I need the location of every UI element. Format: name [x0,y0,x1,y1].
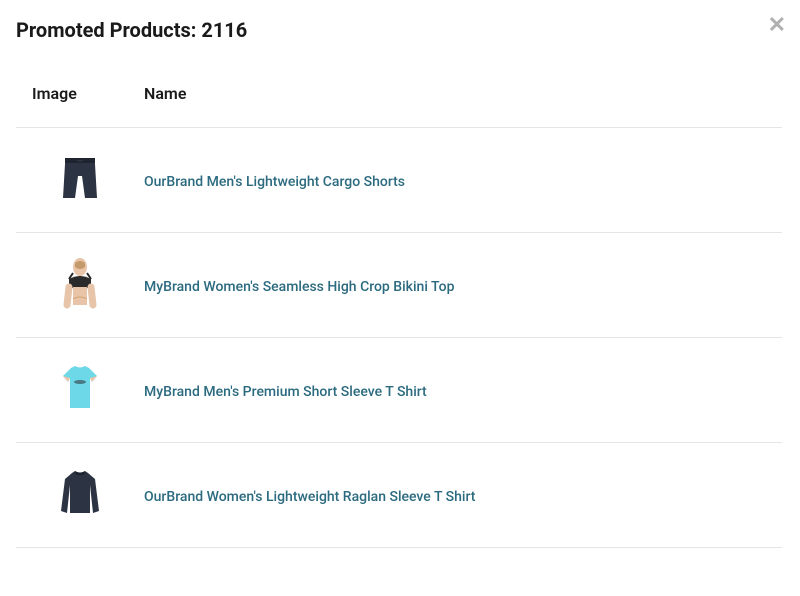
column-header-image: Image [16,70,136,128]
table-row: OurBrand Women's Lightweight Raglan Slee… [16,443,782,548]
table-row [16,548,782,587]
product-scroll-area[interactable]: Image Name OurBrand Men's Lightweight [0,50,790,586]
column-header-name: Name [136,70,782,128]
tshirt-aqua-icon [55,362,105,414]
product-link[interactable]: MyBrand Women's Seamless High Crop Bikin… [144,279,454,295]
product-image-cell [16,338,136,443]
product-table: Image Name OurBrand Men's Lightweight [16,70,782,586]
shorts-icon [55,152,105,204]
product-link[interactable]: OurBrand Women's Lightweight Raglan Slee… [144,489,475,505]
product-link[interactable]: OurBrand Men's Lightweight Cargo Shorts [144,174,405,190]
table-row: MyBrand Men's Premium Short Sleeve T Shi… [16,338,782,443]
table-row: OurBrand Men's Lightweight Cargo Shorts [16,128,782,233]
close-icon: ✕ [768,12,786,37]
product-image-cell [16,128,136,233]
product-image-cell [16,233,136,338]
bikini-top-icon [55,257,105,309]
product-name-cell: OurBrand Men's Lightweight Cargo Shorts [136,128,782,233]
product-name-cell: MyBrand Women's Seamless High Crop Bikin… [136,233,782,338]
product-name-cell: MyBrand Men's Premium Short Sleeve T Shi… [136,338,782,443]
title-count: 2116 [201,18,247,42]
table-row: MyBrand Women's Seamless High Crop Bikin… [16,233,782,338]
product-name-cell: OurBrand Women's Lightweight Raglan Slee… [136,443,782,548]
modal-title: Promoted Products: 2116 [0,0,800,52]
product-link[interactable]: MyBrand Men's Premium Short Sleeve T Shi… [144,384,427,400]
longsleeve-navy-icon [55,467,105,519]
close-button[interactable]: ✕ [768,14,786,36]
title-prefix: Promoted Products: [16,18,201,42]
product-image-cell [16,443,136,548]
